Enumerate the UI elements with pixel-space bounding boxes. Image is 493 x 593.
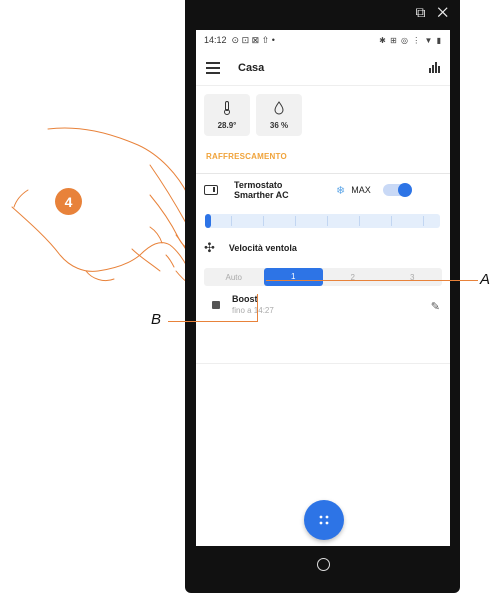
fan-option-auto[interactable]: Auto bbox=[204, 273, 264, 282]
temperature-value: 28.9° bbox=[217, 120, 237, 130]
callout-label-a: A bbox=[480, 271, 491, 288]
window-controls-icon[interactable]: ⧉ ✕ bbox=[415, 4, 452, 21]
thermostat-toggle[interactable] bbox=[382, 183, 412, 197]
mode-label: MAX bbox=[351, 185, 371, 195]
boost-stop-icon[interactable] bbox=[212, 300, 220, 309]
status-bar: 14:12 ⊙ ⊡ ⊠ ⇧ • ✱ ⊞ ◎ ⋮ ▼ ▮ bbox=[196, 30, 450, 50]
toggle-knob bbox=[397, 183, 412, 197]
clock: 14:12 bbox=[204, 35, 227, 45]
notification-icons: ⊙ ⊡ ⊠ ⇧ • bbox=[231, 34, 275, 45]
home-button[interactable] bbox=[316, 557, 330, 571]
app-header: Casa bbox=[196, 50, 450, 86]
thermometer-icon bbox=[223, 100, 231, 117]
callout-label-b: B bbox=[151, 311, 162, 328]
fan-speed-selector: Auto 1 2 3 bbox=[204, 268, 442, 286]
fan-icon: ✣ bbox=[204, 240, 215, 255]
temperature-slider[interactable] bbox=[205, 214, 440, 228]
thermostat-name: Termostato Smarther AC bbox=[234, 180, 289, 200]
callout-line-a bbox=[266, 280, 478, 281]
menu-icon[interactable] bbox=[206, 61, 220, 74]
boost-title: Boost bbox=[232, 294, 258, 304]
thermostat-row[interactable]: Termostato Smarther AC ❄ MAX bbox=[196, 174, 450, 200]
fan-option-1[interactable]: 1 bbox=[263, 268, 323, 286]
humidity-value: 36 % bbox=[269, 120, 289, 130]
boost-until: fino a 14:27 bbox=[232, 306, 274, 315]
humidity-drop-icon bbox=[274, 100, 284, 117]
window-titlebar: ⧉ ✕ bbox=[185, 0, 460, 30]
sensor-tiles: 28.9° 36 % bbox=[196, 86, 450, 136]
section-title: RAFFRESCAMENTO bbox=[206, 152, 287, 161]
callout-line-b-vertical bbox=[257, 294, 258, 321]
temperature-tile[interactable]: 28.9° bbox=[204, 94, 250, 136]
fan-speed-row: ✣ Velocità ventola bbox=[196, 228, 450, 256]
system-icons: ✱ ⊞ ◎ ⋮ ▼ ▮ bbox=[379, 35, 442, 45]
slider-handle[interactable] bbox=[205, 214, 211, 228]
snowflake-icon: ❄ bbox=[336, 184, 346, 197]
grid-dots-icon[interactable] bbox=[304, 500, 344, 540]
fan-speed-label: Velocità ventola bbox=[228, 243, 297, 253]
air-conditioner-icon bbox=[204, 185, 218, 195]
boost-row[interactable]: Boost fino a 14:27 ✎ bbox=[196, 286, 450, 315]
divider bbox=[196, 363, 450, 364]
bar-chart-icon[interactable] bbox=[429, 62, 440, 73]
callout-line-b-horizontal bbox=[168, 321, 258, 322]
humidity-tile[interactable]: 36 % bbox=[256, 94, 302, 136]
page-title: Casa bbox=[238, 61, 265, 74]
edit-pencil-icon[interactable]: ✎ bbox=[431, 300, 440, 313]
step-badge: 4 bbox=[55, 188, 82, 215]
app-screen: 14:12 ⊙ ⊡ ⊠ ⇧ • ✱ ⊞ ◎ ⋮ ▼ ▮ Casa 28.9° 3… bbox=[196, 30, 450, 546]
android-navbar bbox=[196, 546, 450, 582]
